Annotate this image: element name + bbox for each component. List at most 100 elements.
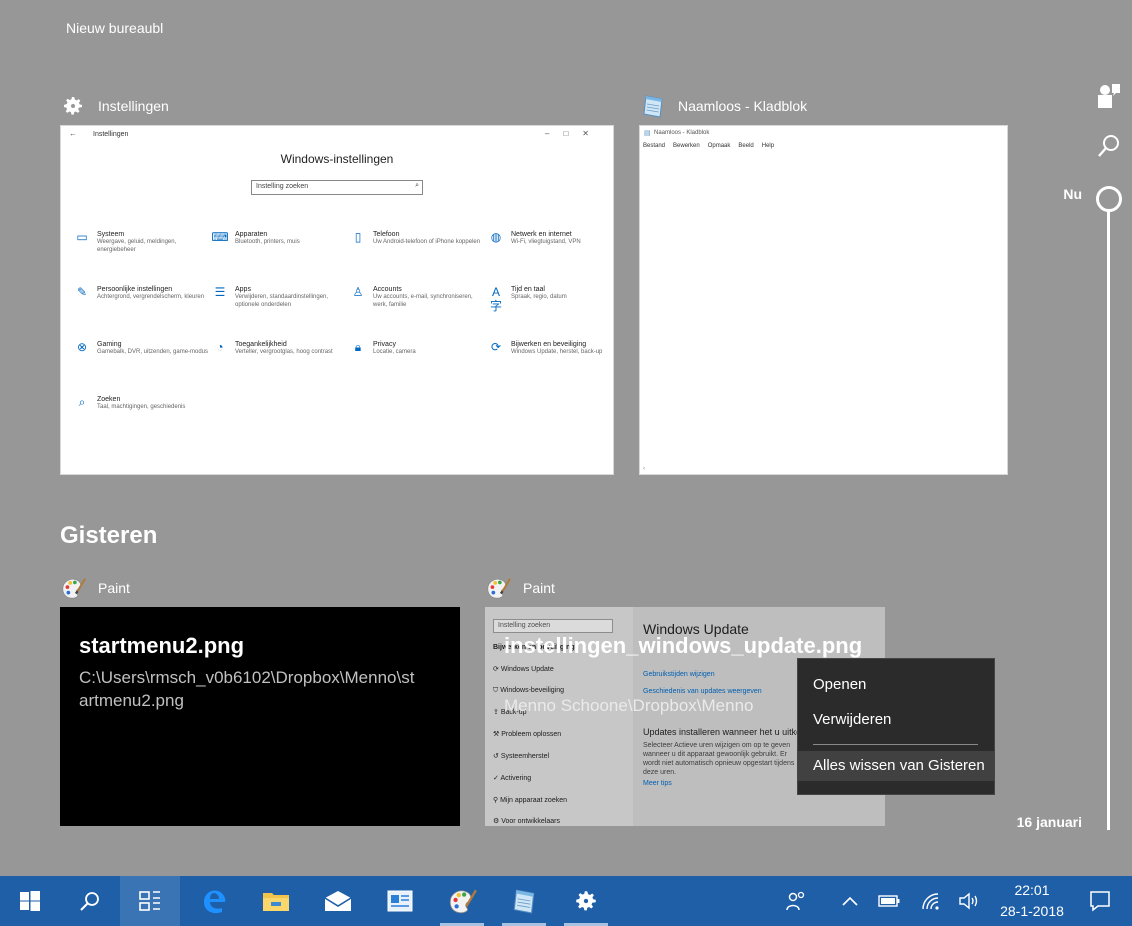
taskbar-notepad[interactable] [494,876,554,926]
windows-logo-icon [20,891,40,911]
settings-item-apps: ☰ Apps Verwijderen, standaardinstellingen,… [211,285,349,340]
people-icon [786,891,805,911]
taskbar-clock[interactable]: 22:01 28-1-2018 [992,880,1072,922]
keyboard-icon: ⌨ [211,230,229,244]
volume-button[interactable] [952,876,986,926]
search-button[interactable] [60,876,120,926]
search-icon: ⌕ [415,182,419,189]
refresh-icon: ⟳ [490,340,502,354]
notepad-thumbnail[interactable]: ▤ Naamloos - Kladblok Bestand Bewerken O… [639,125,1008,475]
taskbar-contact-app[interactable] [370,876,430,926]
settings-grid: ▭ Systeem Weergave, geluid, meldingen, ene… [73,230,607,450]
paint-palette-icon [485,575,511,601]
settings-search-input: Instelling zoeken ⌕ [251,180,423,195]
people-button[interactable] [778,876,814,926]
taskbar-edge[interactable] [184,876,244,926]
settings-thumbnail[interactable]: ← Instellingen –□✕ Windows-instellingen … [60,125,614,475]
settings-item-bijwerken: ⟳ Bijwerken en beveiliging Windows Update,… [487,340,607,395]
paint-card-title-1: Paint [98,580,130,596]
wifi-icon [922,893,939,910]
taskbar-settings[interactable] [556,876,616,926]
notification-icon [1090,891,1110,912]
show-hidden-icons-button[interactable] [834,876,866,926]
settings-item-title: Netwerk en internet [511,231,572,238]
section-title-gisteren: Gisteren [60,522,158,549]
task-view-button[interactable] [120,876,180,926]
settings-item-title: Apps [235,286,251,293]
timeline-track[interactable] [1107,211,1110,830]
settings-item-tijd: A字 Tijd en taal Spraak, regio, datum [487,285,607,340]
person-icon: ♙ [352,285,364,299]
task-view-icon [139,891,160,911]
new-desktop-label[interactable]: Nieuw bureaubl [66,20,174,36]
battery-button[interactable] [872,876,906,926]
settings-item-personalisatie: ✎ Persoonlijke instellingen Achtergrond, v… [73,285,211,340]
notepad-window-title: Naamloos - Kladblok [654,130,710,136]
people-activity-icon[interactable] [1096,82,1122,110]
settings-item-desc: Achtergrond, vergrendelscherm, kleuren [97,294,205,300]
menu-bestand: Bestand [643,143,666,149]
taskbar-paint[interactable] [432,876,492,926]
lock-icon: 🔒︎ [354,340,362,354]
ease-of-access-icon: ◔ [216,340,224,354]
gear-icon [60,93,86,119]
notepad-icon [640,93,666,119]
timeline-date-label: 16 januari [1016,814,1082,830]
settings-item-desc: Taal, machtigingen, geschiedenis [97,404,186,410]
context-item-alles-wissen[interactable]: Alles wissen van Gisteren [798,751,994,781]
settings-item-desc: Wi-Fi, vliegtuigstand, VPN [511,239,581,245]
settings-item-desc: Weergave, geluid, meldingen, energiebehe… [97,239,177,253]
paint-card-header-1: Paint [60,575,130,601]
window-controls: –□✕ [545,129,603,138]
edge-icon [204,890,226,914]
settings-item-desc: Uw accounts, e-mail, synchroniseren, wer… [373,294,473,308]
notepad-card-title: Naamloos - Kladblok [678,98,808,114]
laptop-icon: ▭ [76,230,88,244]
settings-item-privacy: 🔒︎ Privacy Locatie, camera [349,340,487,395]
settings-item-title: Apparaten [235,231,268,238]
menu-help: Help [761,143,775,149]
notepad-card-header: Naamloos - Kladblok [640,93,807,119]
settings-item-gaming: ⊗ Gaming Gamebalk, DVR, uitzenden, game-mo… [73,340,211,395]
settings-item-apparaten: ⌨ Apparaten Bluetooth, printers, muis [211,230,349,285]
action-center-button[interactable] [1080,876,1120,926]
settings-item-toegankelijkheid: ◔ Toegankelijkheid Verteller, vergrootglas… [211,340,349,395]
timeline-handle[interactable] [1096,186,1122,212]
taskbar-file-explorer[interactable] [246,876,306,926]
context-item-verwijderen[interactable]: Verwijderen [798,705,994,735]
xbox-icon: ⊗ [76,340,88,354]
taskbar-mail[interactable] [308,876,368,926]
context-menu: Openen Verwijderen Alles wissen van Gist… [797,658,995,795]
settings-item-title: Tijd en taal [511,286,545,293]
settings-item-netwerk: ◍ Netwerk en internet Wi-Fi, vliegtuigstan… [487,230,607,285]
back-arrow-icon: ← [69,129,77,138]
settings-item-desc: Gamebalk, DVR, uitzenden, game-modus [97,349,209,355]
notepad-menubar: Bestand Bewerken Opmaak Beeld Help [643,143,774,149]
network-button[interactable] [914,876,948,926]
settings-item-desc: Windows Update, herstel, back-up [511,349,603,355]
contact-card-icon [387,890,413,912]
globe-icon: ◍ [490,230,502,244]
file-path-1: C:\Users\rmsch_v0b6102\Dropbox\Menno\sta… [79,668,415,710]
mail-icon [324,891,352,911]
search-icon[interactable] [1096,133,1122,159]
paint-thumbnail-1[interactable]: startmenu2.png C:\Users\rmsch_v0b6102\Dr… [60,607,460,826]
settings-item-accounts: ♙ Accounts Uw accounts, e-mail, synchronis… [349,285,487,340]
timeline-now-label: Nu [1063,186,1082,202]
search-icon [80,892,99,911]
settings-item-desc: Locatie, camera [373,349,416,355]
folder-icon [263,893,289,911]
context-item-openen[interactable]: Openen [798,670,994,700]
chevron-up-icon [842,896,858,906]
menu-bewerken: Bewerken [673,143,700,149]
settings-item-desc: Spraak, regio, datum [511,294,567,300]
start-button[interactable] [0,876,60,926]
file-name-1: startmenu2.png [79,633,245,658]
notepad-small-icon: ▤ [644,130,651,137]
phone-icon: ▯ [354,230,362,244]
settings-item-title: Privacy [373,341,396,348]
settings-heading: Windows-instellingen [280,152,394,166]
settings-item-desc: Uw Android-telefoon of iPhone koppelen [373,239,481,245]
taskbar: 22:01 28-1-2018 [0,876,1132,926]
settings-item-title: Gaming [97,341,122,348]
